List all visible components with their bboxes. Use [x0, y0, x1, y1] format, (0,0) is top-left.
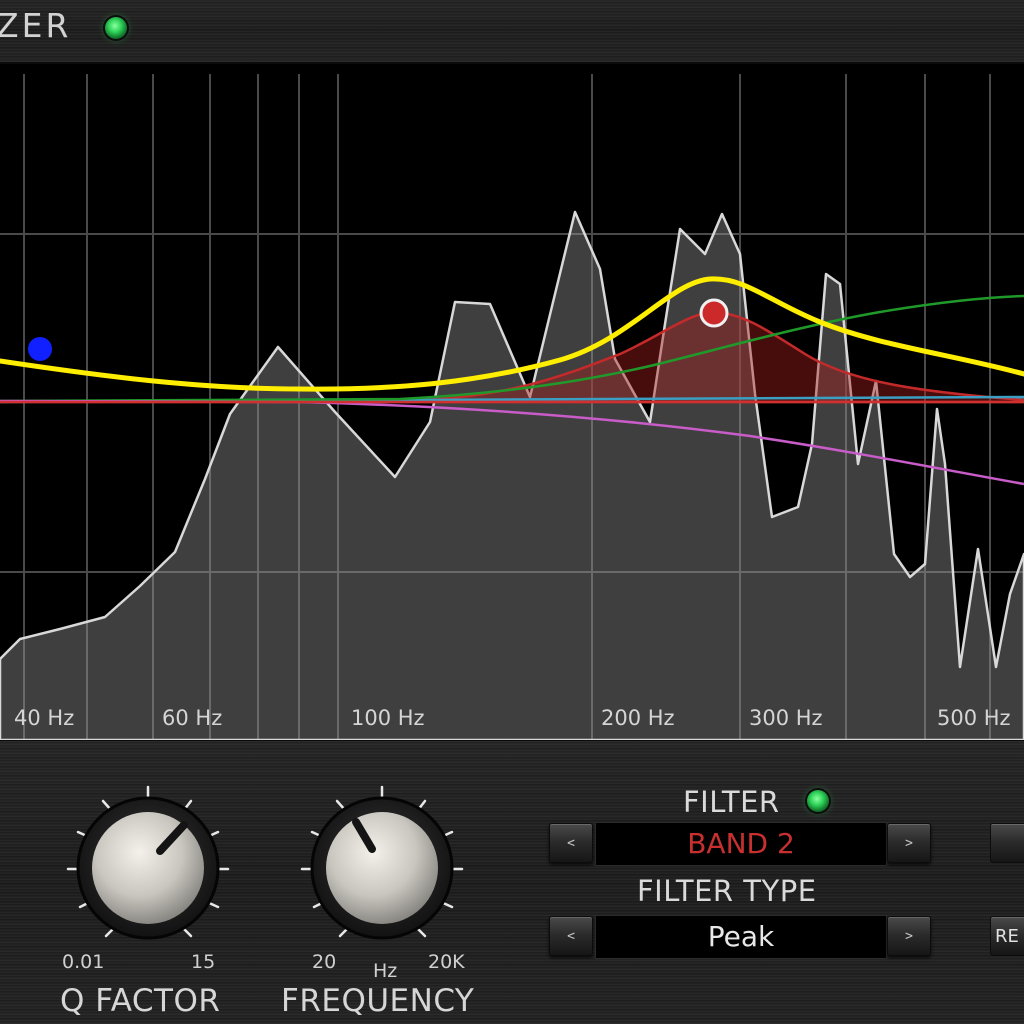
- freq-label-300: 300 Hz: [749, 706, 823, 730]
- q-factor-label: Q FACTOR: [60, 983, 221, 1019]
- frequency-knob[interactable]: [274, 761, 494, 981]
- reset-button[interactable]: RE: [990, 916, 1024, 956]
- eq-graph-canvas: [0, 74, 1024, 740]
- eq-graph[interactable]: 40 Hz 60 Hz 100 Hz 200 Hz 300 Hz 500 Hz: [0, 62, 1024, 743]
- power-led[interactable]: [105, 17, 127, 39]
- q-factor-min-label: 0.01: [62, 951, 105, 973]
- freq-label-100: 100 Hz: [351, 706, 425, 730]
- filter-band-display: BAND 2: [595, 822, 887, 866]
- filter-label: FILTER: [683, 785, 780, 819]
- band-1-handle[interactable]: [28, 337, 52, 361]
- freq-label-60: 60 Hz: [162, 706, 223, 730]
- filter-next-button[interactable]: >: [887, 823, 931, 863]
- freq-label-200: 200 Hz: [601, 706, 675, 730]
- plugin-header: ZER: [0, 0, 1024, 62]
- band-2-handle[interactable]: [699, 298, 729, 328]
- q-factor-knob[interactable]: [40, 761, 260, 981]
- frequency-min-label: 20: [312, 951, 337, 973]
- control-panel: 0.01 15 Q FACTOR 20 Hz 20K FREQUENCY FIL…: [0, 741, 1024, 1024]
- freq-label-500: 500 Hz: [937, 706, 1011, 730]
- filter-type-prev-button[interactable]: <: [549, 916, 593, 956]
- filter-enable-led[interactable]: [807, 790, 829, 812]
- right-edge-button[interactable]: [990, 823, 1024, 863]
- q-factor-max-label: 15: [191, 951, 216, 973]
- filter-prev-button[interactable]: <: [549, 823, 593, 863]
- plugin-title: ZER: [0, 6, 72, 45]
- frequency-max-label: 20K: [428, 951, 465, 973]
- filter-type-display: Peak: [595, 915, 887, 959]
- frequency-unit-label: Hz: [373, 960, 398, 982]
- filter-type-next-button[interactable]: >: [887, 916, 931, 956]
- freq-label-40: 40 Hz: [14, 706, 75, 730]
- frequency-label: FREQUENCY: [281, 983, 475, 1019]
- filter-type-label: FILTER TYPE: [637, 874, 817, 908]
